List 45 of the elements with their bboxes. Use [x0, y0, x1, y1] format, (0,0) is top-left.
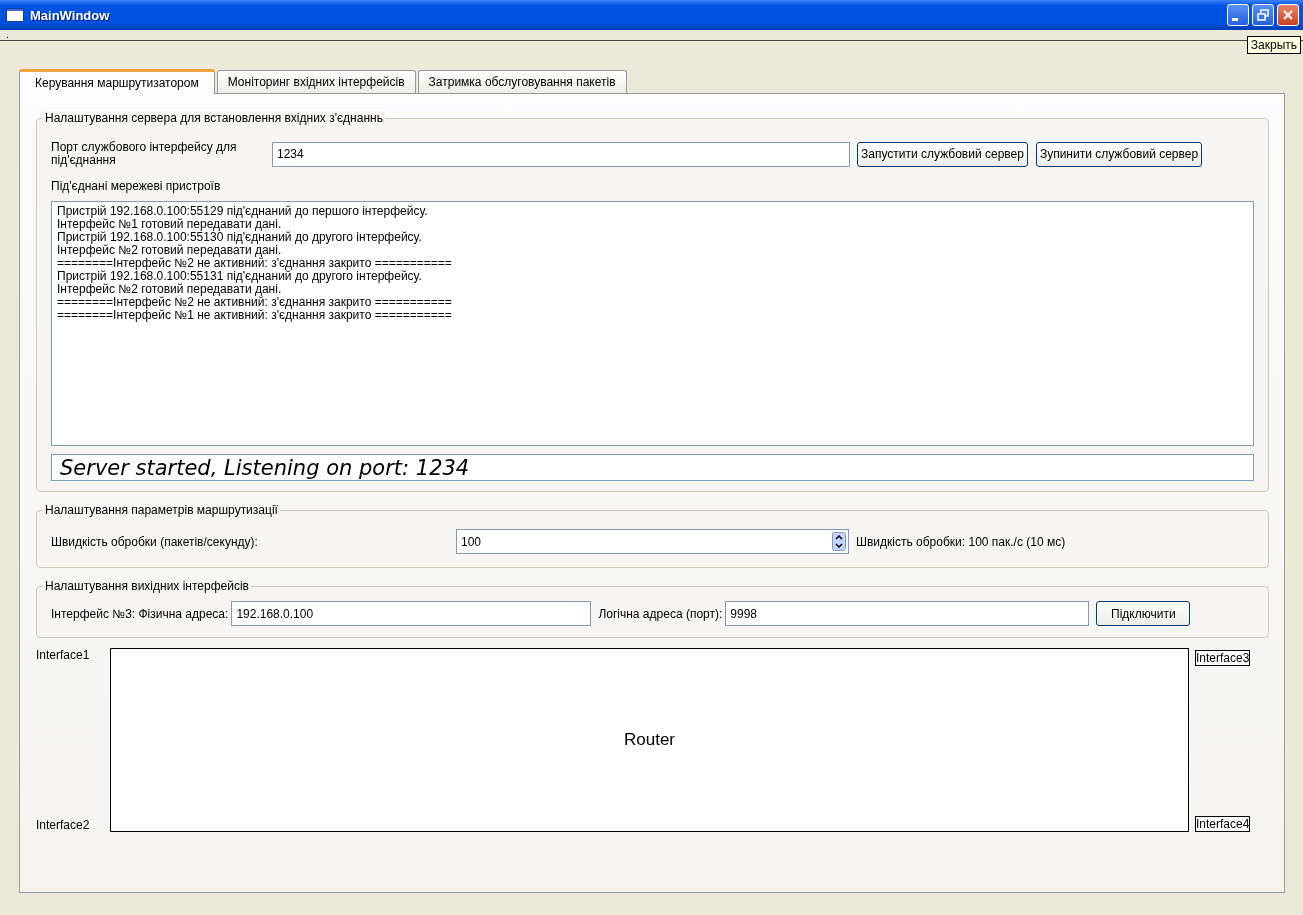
group-title: Налаштування вихідних інтерфейсів — [43, 579, 251, 593]
port-field[interactable]: 9998 — [725, 601, 1090, 626]
log-line: Пристрій 192.168.0.100:55131 під'єднаний до другого інтерфейсу. — [57, 270, 423, 283]
interface-label: Interface1 — [36, 648, 90, 662]
log-line: Інтерфейс №1 готовий передавати дані. — [57, 218, 282, 231]
stop-server-button[interactable]: Зупинити службовий сервер — [1035, 141, 1203, 167]
speed-reading: Швидкість обробки: 100 пак./с (10 мс) — [856, 534, 1066, 549]
field-label: Інтерфейс №3: Фізична адреса: — [51, 606, 229, 621]
log-line: ========Інтерфейс №2 не активний: з'єднання закрито =========== — [57, 296, 453, 309]
close-icon — [1282, 9, 1294, 21]
window-icon — [6, 8, 24, 22]
interface-label: Interface3 — [1195, 650, 1251, 666]
address-field[interactable]: 192.168.0.100 — [231, 601, 592, 626]
speed-spinbox[interactable]: 100 — [456, 529, 849, 554]
log-line: ========Інтерфейс №2 не активний: з'єднання закрито =========== — [57, 257, 453, 270]
status-text: Server started, Listening on port: 1234 — [60, 456, 470, 479]
field-label: Порт службового інтерфейсу для під'єднання — [51, 141, 238, 167]
log-line: ========Інтерфейс №1 не активний: з'єднання закрито =========== — [57, 309, 453, 322]
log-line: Інтерфейс №2 готовий передавати дані. — [57, 283, 282, 296]
spin-arrows-icon — [832, 532, 846, 551]
field-label: Логічна адреса (порт): — [598, 606, 723, 621]
tab[interactable]: Затримка обслуговування пакетів — [417, 70, 627, 93]
connect-button[interactable]: Підключити — [1096, 601, 1191, 626]
interface-label: Interface4 — [1195, 816, 1251, 832]
interface-label: Interface2 — [36, 818, 90, 832]
window-title: MainWindow — [30, 7, 111, 23]
tooltip: Закрыть — [1246, 36, 1301, 54]
menu-item[interactable]: . — [6, 30, 9, 40]
list-label: Під'єднані мережеві пристроїв — [51, 179, 222, 193]
tab[interactable]: Керування маршрутизатором — [19, 69, 215, 94]
restore-button[interactable] — [1252, 4, 1274, 26]
minimize-icon — [1232, 17, 1238, 21]
group-title: Налаштування сервера для встановлення вхідних з'єднаннь — [43, 111, 385, 125]
minimize-button[interactable] — [1227, 4, 1249, 26]
group-title: Налаштування параметрів маршрутизації — [43, 503, 280, 517]
log-line: Пристрій 192.168.0.100:55129 під'єднаний до першого інтерфейсу. — [57, 205, 429, 218]
start-server-button[interactable]: Запустити службовий сервер — [857, 141, 1028, 167]
close-button[interactable] — [1277, 4, 1299, 26]
field-label: Швидкість обробки (пакетів/секунду): — [51, 534, 259, 549]
log-line: Пристрій 192.168.0.100:55130 під'єднаний до другого інтерфейсу. — [57, 231, 423, 244]
log-line: Інтерфейс №2 готовий передавати дані. — [57, 244, 282, 257]
restore-icon — [1257, 9, 1269, 21]
router-label: Router — [624, 730, 675, 750]
tab[interactable]: Моніторинг вхідних інтерфейсів — [216, 70, 416, 93]
port-field[interactable]: 1234 — [272, 141, 850, 167]
